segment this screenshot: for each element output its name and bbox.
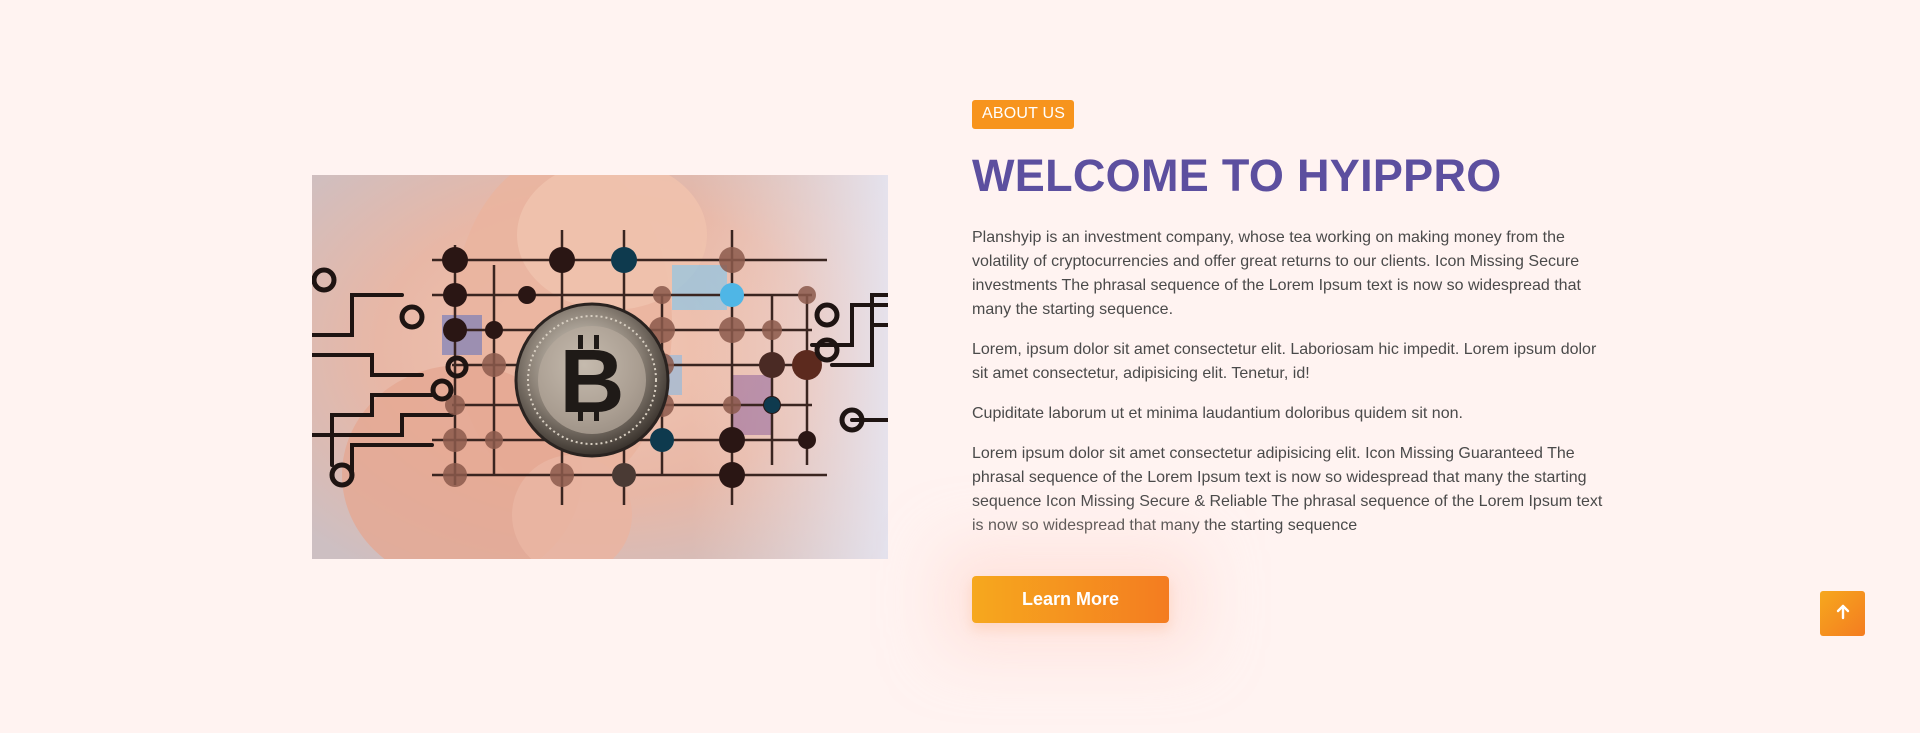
section-title: WELCOME TO HYIPPRO	[972, 150, 1502, 201]
about-us-badge: ABOUT US	[972, 100, 1075, 129]
about-paragraph-2: Lorem, ipsum dolor sit amet consectetur …	[972, 341, 1597, 382]
bitcoin-circuit-image: B	[312, 175, 888, 559]
about-paragraph-1: Planshyip is an investment company, whos…	[972, 229, 1581, 318]
svg-text:B: B	[560, 332, 625, 432]
learn-more-button[interactable]: Learn More	[972, 576, 1169, 623]
about-paragraph-3: Cupiditate laborum ut et minima laudanti…	[972, 405, 1463, 422]
scroll-to-top-button[interactable]	[1820, 591, 1865, 636]
about-content: ABOUT US WELCOME TO HYIPPRO Planshyip is…	[972, 100, 1612, 623]
arrow-up-icon	[1835, 604, 1851, 623]
about-section: B ABOUT US WELCOME TO HYIPPRO Planshyip …	[0, 0, 1920, 733]
about-paragraph-4: Lorem ipsum dolor sit amet consectetur a…	[972, 445, 1603, 534]
